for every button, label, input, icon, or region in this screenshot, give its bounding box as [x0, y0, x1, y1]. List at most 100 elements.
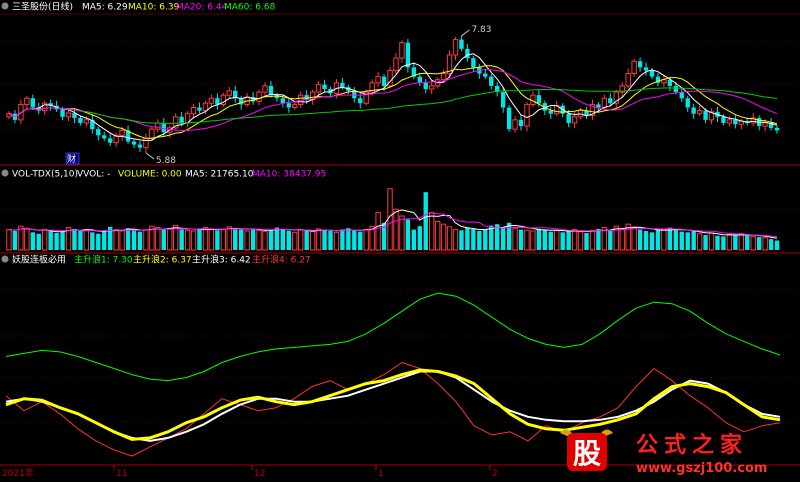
volume-bar[interactable] — [352, 230, 357, 250]
volume-bar[interactable] — [102, 230, 107, 250]
volume-bar[interactable] — [125, 228, 131, 250]
volume-bar[interactable] — [262, 231, 268, 251]
volume-bar[interactable] — [548, 231, 553, 250]
volume-bar[interactable] — [542, 229, 548, 250]
volume-bar[interactable] — [750, 235, 756, 251]
volume-bar[interactable] — [667, 227, 673, 250]
volume-bar[interactable] — [54, 233, 59, 250]
volume-bar[interactable] — [280, 228, 286, 250]
volume-bar[interactable] — [745, 235, 750, 250]
volume-bar[interactable] — [226, 226, 232, 251]
volume-bar[interactable] — [655, 229, 661, 250]
volume-bar[interactable] — [673, 230, 679, 250]
volume-bar[interactable] — [524, 229, 530, 251]
volume-bar[interactable] — [518, 229, 524, 250]
volume-bar[interactable] — [42, 229, 48, 251]
volume-bar[interactable] — [220, 229, 227, 251]
volume-bar[interactable] — [452, 229, 459, 251]
finance-badge[interactable]: 财 — [65, 152, 80, 165]
volume-bar[interactable] — [459, 230, 464, 250]
volume-bar[interactable] — [584, 233, 589, 250]
volume-bar[interactable] — [536, 228, 542, 250]
volume-bar[interactable] — [446, 226, 453, 251]
volume-bar[interactable] — [315, 228, 322, 251]
volume-bar[interactable] — [358, 231, 363, 250]
volume-bar[interactable] — [179, 229, 184, 250]
volume-bar[interactable] — [328, 230, 333, 250]
volume-bar[interactable] — [96, 233, 101, 250]
volume-bar[interactable] — [143, 229, 149, 251]
volume-bar[interactable] — [6, 229, 12, 251]
volume-bar[interactable] — [483, 229, 488, 250]
volume-bar[interactable] — [113, 229, 119, 251]
volume-bar[interactable] — [691, 230, 696, 250]
volume-bar[interactable] — [208, 228, 215, 251]
volume-bar[interactable] — [774, 240, 780, 250]
volume-bar[interactable] — [465, 227, 470, 250]
collapse-icon[interactable] — [1, 169, 9, 177]
volume-bar[interactable] — [322, 229, 327, 250]
volume-bar[interactable] — [512, 227, 518, 251]
volume-bar[interactable] — [333, 231, 340, 251]
volume-bar[interactable] — [298, 229, 304, 251]
volume-bar[interactable] — [500, 226, 506, 250]
volume-bar[interactable] — [661, 228, 667, 251]
volume-bar[interactable] — [703, 235, 708, 250]
volume-bar[interactable] — [131, 229, 137, 250]
volume-bar[interactable] — [90, 232, 95, 250]
volume-bar[interactable] — [155, 227, 161, 251]
volume-bar[interactable] — [608, 230, 613, 250]
volume-bar[interactable] — [477, 230, 482, 250]
volume-bar[interactable] — [83, 229, 90, 251]
volume-bar[interactable] — [733, 235, 738, 250]
volume-bar[interactable] — [256, 229, 262, 251]
collapse-icon[interactable] — [1, 255, 9, 263]
volume-bar[interactable] — [696, 233, 703, 251]
volume-bar[interactable] — [202, 227, 209, 251]
candle[interactable] — [506, 105, 512, 132]
volume-bar[interactable] — [566, 230, 571, 250]
volume-bar[interactable] — [643, 230, 649, 250]
volume-bar[interactable] — [560, 232, 565, 250]
volume-bar[interactable] — [417, 226, 422, 250]
volume-bar[interactable] — [393, 208, 399, 251]
volume-bar[interactable] — [471, 228, 476, 250]
volume-bar[interactable] — [554, 229, 560, 251]
volume-bar[interactable] — [24, 227, 30, 251]
volume-bar[interactable] — [726, 233, 733, 251]
volume-bar[interactable] — [429, 212, 435, 251]
volume-bar[interactable] — [137, 231, 143, 250]
volume-bar[interactable] — [48, 230, 53, 250]
volume-bar[interactable] — [721, 236, 726, 250]
volume-bar[interactable] — [756, 237, 762, 250]
volume-bar[interactable] — [596, 228, 601, 250]
volume-bar[interactable] — [244, 230, 250, 251]
volume-bar[interactable] — [399, 215, 405, 251]
volume-bar[interactable] — [506, 222, 512, 250]
volume-bar[interactable] — [161, 229, 166, 250]
volume-bar[interactable] — [184, 229, 191, 251]
volume-bar[interactable] — [233, 228, 238, 250]
volume-bar[interactable] — [363, 229, 369, 251]
volume-bar[interactable] — [619, 229, 625, 251]
volume-bar[interactable] — [119, 230, 125, 251]
candle[interactable] — [363, 89, 369, 106]
volume-bar[interactable] — [768, 239, 774, 250]
volume-bar[interactable] — [274, 227, 280, 250]
volume-bar[interactable] — [268, 229, 274, 250]
volume-bar[interactable] — [405, 219, 411, 250]
volume-bar[interactable] — [12, 230, 18, 250]
volume-bar[interactable] — [637, 229, 643, 250]
volume-bar[interactable] — [304, 230, 309, 250]
volume-bar[interactable] — [577, 231, 584, 251]
volume-bar[interactable] — [309, 231, 316, 251]
volume-bar[interactable] — [375, 212, 381, 251]
volume-bar[interactable] — [197, 229, 202, 250]
volume-bar[interactable] — [708, 232, 715, 251]
volume-bar[interactable] — [346, 228, 351, 250]
volume-bar[interactable] — [190, 230, 197, 251]
volume-bar[interactable] — [387, 188, 393, 251]
volume-bar[interactable] — [440, 223, 447, 251]
volume-bar[interactable] — [250, 228, 256, 250]
collapse-icon[interactable] — [1, 2, 9, 10]
